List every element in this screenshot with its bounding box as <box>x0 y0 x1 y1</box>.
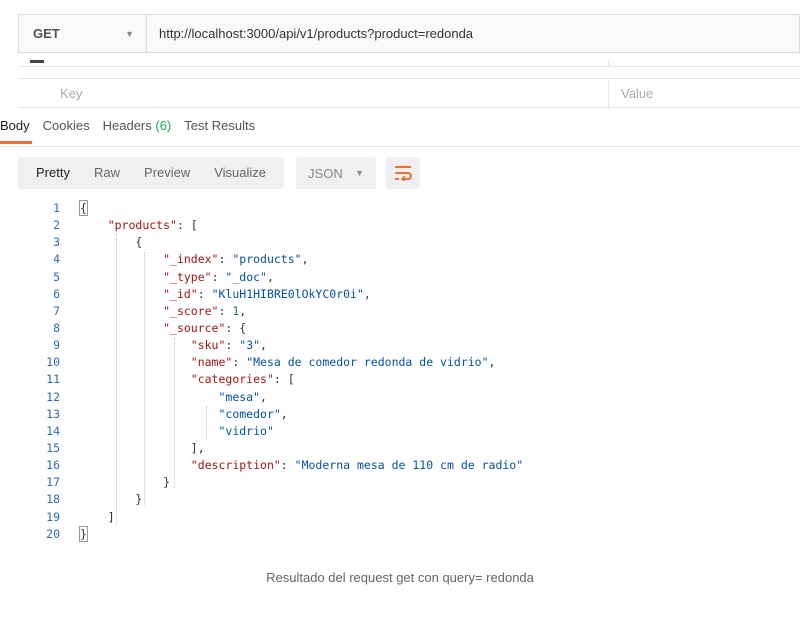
column-divider <box>608 60 609 67</box>
line-number: 4 <box>53 252 60 267</box>
line-number: 3 <box>53 235 60 250</box>
code-line: 4 "_index": "products", <box>18 251 618 268</box>
language-select[interactable]: JSON ▼ <box>296 157 377 189</box>
tab-body[interactable]: Body <box>0 118 32 144</box>
code-line: 2 "products": [ <box>18 217 618 234</box>
figure-caption: Resultado del request get con query= red… <box>266 570 534 585</box>
line-number: 16 <box>46 458 60 473</box>
code-line: 18 } <box>18 491 618 508</box>
visualize-button[interactable]: Visualize <box>202 157 278 189</box>
code-line: 19 ] <box>18 509 618 526</box>
params-new-row: Key Value <box>18 78 800 108</box>
divider <box>0 146 800 147</box>
code-text: "_score": 1, <box>163 303 247 318</box>
line-number: 5 <box>53 269 60 284</box>
code-line: 16 "description": "Moderna mesa de 110 c… <box>18 457 618 474</box>
code-line: 12 "mesa", <box>18 389 618 406</box>
code-text: "products": [ <box>107 218 198 233</box>
code-line: 11 "categories": [ <box>18 371 618 388</box>
line-number: 19 <box>46 509 60 524</box>
checkbox-partial[interactable] <box>30 60 44 63</box>
line-number: 6 <box>53 286 60 301</box>
raw-button[interactable]: Raw <box>82 157 132 189</box>
tab-label: Body <box>0 118 30 133</box>
tab-headers[interactable]: Headers (6) <box>103 118 172 144</box>
code-line: 17 } <box>18 474 618 491</box>
column-divider <box>608 79 609 107</box>
code-text: "_index": "products", <box>163 252 309 267</box>
value-input[interactable]: Value <box>621 86 653 101</box>
method-label: GET <box>33 26 60 41</box>
view-mode-group: Pretty Raw Preview Visualize <box>18 157 285 189</box>
response-tabs: Body Cookies Headers (6) Test Results <box>0 118 268 144</box>
code-text: { <box>79 200 88 216</box>
preview-button[interactable]: Preview <box>132 157 202 189</box>
chevron-down-icon: ▼ <box>125 28 134 39</box>
wrap-lines-button[interactable] <box>386 157 421 189</box>
headers-count: (6) <box>155 118 172 133</box>
pretty-button[interactable]: Pretty <box>24 157 82 189</box>
line-number: 10 <box>46 355 60 370</box>
line-number: 14 <box>46 423 60 438</box>
code-text: { <box>80 235 143 250</box>
code-text: "comedor", <box>218 406 288 421</box>
code-text: "name": "Mesa de comedor redonda de vidr… <box>190 355 496 370</box>
code-text: "vidrio" <box>218 423 274 438</box>
code-line: 3 { <box>18 234 618 251</box>
code-text: "description": "Moderna mesa de 110 cm d… <box>190 458 524 473</box>
wrap-lines-icon <box>395 166 412 181</box>
code-text: "_type": "_doc", <box>163 269 274 284</box>
chevron-down-icon: ▼ <box>355 168 365 178</box>
code-text: ], <box>80 440 205 455</box>
language-label: JSON <box>308 165 343 181</box>
key-input[interactable]: Key <box>60 86 82 101</box>
code-line: 20} <box>18 525 618 543</box>
line-number: 8 <box>53 320 60 335</box>
tab-cookies[interactable]: Cookies <box>43 118 90 144</box>
code-text: "sku": "3", <box>190 338 267 353</box>
code-text: } <box>79 525 88 542</box>
line-number: 13 <box>46 406 60 421</box>
line-number: 11 <box>46 372 60 387</box>
code-text: ] <box>80 509 115 524</box>
line-number: 15 <box>46 440 60 455</box>
line-number: 20 <box>46 526 60 541</box>
code-text: "categories": [ <box>190 372 295 387</box>
line-number: 1 <box>53 201 60 215</box>
format-toolbar: Pretty Raw Preview Visualize JSON ▼ <box>18 157 421 189</box>
tab-label: Cookies <box>42 118 90 133</box>
code-line: 8 "_source": { <box>18 320 618 337</box>
code-text: "mesa", <box>218 389 267 404</box>
code-text: } <box>80 492 143 507</box>
tab-test-results[interactable]: Test Results <box>184 118 255 144</box>
url-text: http://localhost:3000/api/v1/products?pr… <box>159 26 474 41</box>
code-line: 9 "sku": "3", <box>18 337 618 354</box>
response-body-editor[interactable]: 1{2 "products": [3 {4 "_index": "product… <box>18 200 618 550</box>
code-line: 1{ <box>18 200 618 217</box>
line-number: 12 <box>46 389 60 404</box>
code-line: 5 "_type": "_doc", <box>18 269 618 286</box>
code-line: 6 "_id": "KluH1HIBRE0lOkYC0r0i", <box>18 286 618 303</box>
code-line: 10 "name": "Mesa de comedor redonda de v… <box>18 354 618 371</box>
tab-label: Test Results <box>184 118 256 133</box>
line-number: 2 <box>53 218 60 233</box>
line-number: 17 <box>46 475 60 490</box>
line-number: 7 <box>53 303 60 318</box>
code-line: 7 "_score": 1, <box>18 303 618 320</box>
line-number: 18 <box>46 492 60 507</box>
code-text: "_source": { <box>163 320 247 335</box>
params-row-partial <box>18 60 800 67</box>
line-number: 9 <box>53 338 60 353</box>
request-bar: GET ▼ http://localhost:3000/api/v1/produ… <box>18 14 800 53</box>
tab-label: Headers <box>102 118 152 133</box>
code-text: "_id": "KluH1HIBRE0lOkYC0r0i", <box>163 286 371 301</box>
url-input[interactable]: http://localhost:3000/api/v1/products?pr… <box>147 15 799 52</box>
method-select[interactable]: GET ▼ <box>19 15 147 52</box>
code-line: 15 ], <box>18 440 618 457</box>
code-line: 13 "comedor", <box>18 406 618 423</box>
code-text: } <box>80 475 171 490</box>
code-line: 14 "vidrio" <box>18 423 618 440</box>
